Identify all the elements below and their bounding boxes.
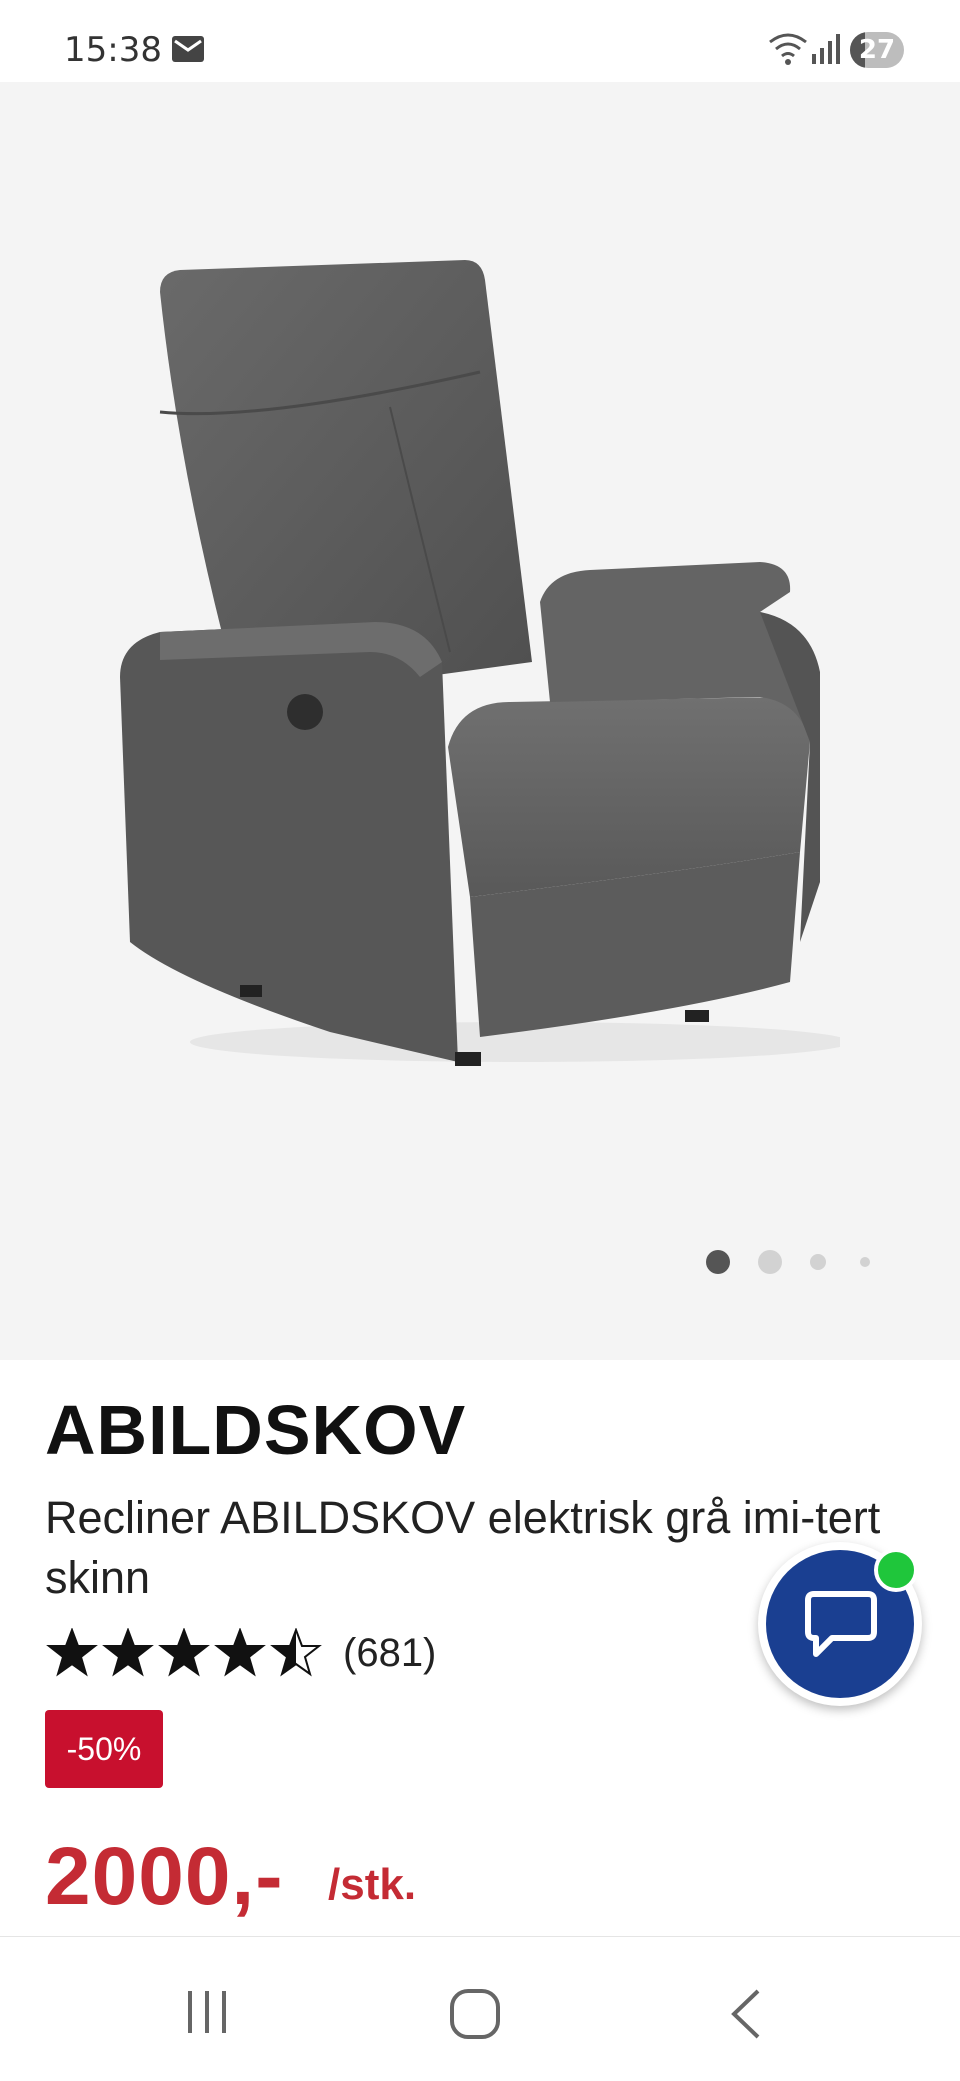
home-button[interactable]	[448, 1987, 504, 2043]
battery-level: 27	[858, 35, 896, 65]
star-full-icon	[158, 1628, 210, 1677]
gallery-pagination	[700, 1242, 880, 1282]
star-full-icon	[46, 1628, 98, 1677]
wifi-icon	[769, 33, 807, 65]
gallery-dot[interactable]	[860, 1257, 870, 1267]
gallery-dot[interactable]	[706, 1250, 730, 1274]
discount-badge: -50%	[45, 1710, 163, 1788]
rating-stars	[45, 1628, 325, 1678]
chat-bubble-icon	[805, 1591, 877, 1657]
star-half-icon	[270, 1628, 322, 1677]
recent-apps-button[interactable]	[182, 1987, 232, 2037]
gallery-dot[interactable]	[758, 1250, 782, 1274]
star-full-icon	[214, 1628, 266, 1677]
product-rating[interactable]: (681)	[45, 1628, 436, 1678]
battery-icon: 27	[850, 32, 904, 68]
status-time: 15:38	[64, 30, 162, 70]
product-name: ABILDSKOV	[45, 1391, 467, 1469]
mail-icon	[172, 36, 204, 62]
product-image	[120, 260, 840, 1066]
back-button[interactable]	[726, 1987, 766, 2041]
price-unit: /stk.	[328, 1860, 417, 1909]
navigation-bar	[0, 1936, 960, 2081]
product-image-gallery[interactable]	[0, 82, 960, 1360]
status-bar: 15:38 27	[0, 0, 960, 82]
rating-count[interactable]: (681)	[343, 1631, 436, 1676]
product-price: 2000,-	[45, 1831, 284, 1922]
chat-button[interactable]	[758, 1542, 922, 1706]
star-full-icon	[102, 1628, 154, 1677]
online-status-dot	[874, 1548, 918, 1592]
gallery-dot[interactable]	[810, 1254, 826, 1270]
signal-icon	[812, 34, 840, 64]
